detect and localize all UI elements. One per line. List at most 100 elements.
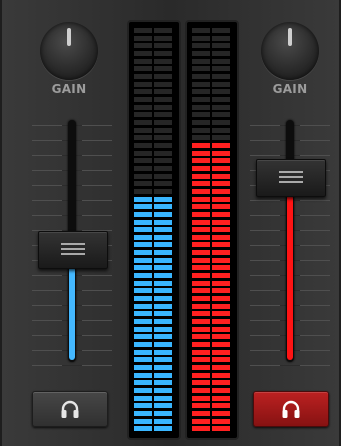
- meter-segment: [134, 189, 152, 194]
- meter-segment: [212, 105, 230, 110]
- left-volume-fader-handle[interactable]: [38, 231, 108, 269]
- meter-segment: [134, 396, 152, 401]
- meter-segment: [134, 143, 152, 148]
- meter-segment: [134, 120, 152, 125]
- right-gain-label: GAIN: [272, 82, 308, 96]
- meter-segment: [134, 411, 152, 416]
- meter-segment: [154, 128, 172, 133]
- meter-segment: [192, 189, 210, 194]
- meter-segment: [212, 36, 230, 41]
- meter-segment: [212, 265, 230, 270]
- grip-line: [279, 176, 303, 178]
- meter-segment: [212, 59, 230, 64]
- meter-segment: [212, 74, 230, 79]
- meter-segment: [192, 227, 210, 232]
- right-headphone-cue-button[interactable]: [253, 391, 329, 427]
- meter-segment: [134, 28, 152, 33]
- meter-segment: [212, 342, 230, 347]
- meter-segment: [212, 89, 230, 94]
- meter-segment: [192, 143, 210, 148]
- meter-segment: [192, 365, 210, 370]
- meter-segment: [134, 235, 152, 240]
- meter-segment: [154, 105, 172, 110]
- meter-segment: [134, 304, 152, 309]
- meter-segment: [134, 357, 152, 362]
- grip-line: [279, 181, 303, 183]
- meter-segment: [192, 174, 210, 179]
- meter-segment: [192, 220, 210, 225]
- meter-segment: [192, 311, 210, 316]
- left-volume-fill: [69, 267, 75, 360]
- meter-segment: [154, 304, 172, 309]
- meter-segment: [134, 158, 152, 163]
- meter-segment: [154, 388, 172, 393]
- meter-segment: [134, 296, 152, 301]
- meter-segment: [192, 357, 210, 362]
- meter-segment: [154, 350, 172, 355]
- meter-segment: [154, 181, 172, 186]
- meter-segment: [212, 288, 230, 293]
- meter-segment: [154, 357, 172, 362]
- meter-segment: [212, 112, 230, 117]
- meter-segment: [212, 250, 230, 255]
- meter-segment: [134, 82, 152, 87]
- meter-segment: [192, 66, 210, 71]
- meter-segment: [154, 97, 172, 102]
- meter-segment: [192, 112, 210, 117]
- meter-segment: [154, 273, 172, 278]
- meter-segment: [192, 36, 210, 41]
- meter-segment: [154, 227, 172, 232]
- meter-segment: [134, 36, 152, 41]
- meter-segment: [134, 51, 152, 56]
- meter-segment: [134, 327, 152, 332]
- meter-segment: [134, 74, 152, 79]
- meter-segment: [192, 204, 210, 209]
- meter-segment: [192, 166, 210, 171]
- meter-segment: [134, 197, 152, 202]
- meter-segment: [192, 388, 210, 393]
- meter-segment: [212, 128, 230, 133]
- meter-segment: [212, 396, 230, 401]
- meter-segment: [154, 220, 172, 225]
- meter-segment: [212, 388, 230, 393]
- meter-segment: [212, 311, 230, 316]
- right-volume-fader-track[interactable]: [286, 120, 294, 362]
- panel-border-left: [0, 0, 2, 446]
- meter-segment: [212, 242, 230, 247]
- meter-segment: [134, 66, 152, 71]
- meter-segment: [134, 288, 152, 293]
- meter-segment: [212, 158, 230, 163]
- meter-segment: [134, 419, 152, 424]
- meter-segment: [154, 43, 172, 48]
- meter-segment: [134, 273, 152, 278]
- left-headphone-cue-button[interactable]: [32, 391, 108, 427]
- meter-segment: [192, 82, 210, 87]
- meter-segment: [212, 419, 230, 424]
- meter-segment: [212, 365, 230, 370]
- meter-segment: [134, 97, 152, 102]
- right-volume-fader-handle[interactable]: [256, 159, 326, 197]
- meter-segment: [212, 350, 230, 355]
- meter-segment: [134, 151, 152, 156]
- meter-segment: [192, 380, 210, 385]
- left-gain-knob[interactable]: [40, 22, 98, 80]
- meter-segment: [154, 265, 172, 270]
- meter-segment: [212, 403, 230, 408]
- meter-segment: [192, 212, 210, 217]
- meter-segment: [134, 227, 152, 232]
- meter-segment: [154, 373, 172, 378]
- meter-segment: [154, 311, 172, 316]
- meter-segment: [212, 181, 230, 186]
- left-meter-segments: [134, 28, 174, 434]
- right-gain-knob[interactable]: [261, 22, 319, 80]
- meter-segment: [154, 242, 172, 247]
- meter-segment: [212, 97, 230, 102]
- meter-segment: [134, 89, 152, 94]
- meter-segment: [154, 66, 172, 71]
- meter-segment: [212, 258, 230, 263]
- meter-segment: [212, 373, 230, 378]
- grip-line: [61, 248, 85, 250]
- meter-segment: [192, 128, 210, 133]
- meter-segment: [154, 396, 172, 401]
- right-meter-segments: [192, 28, 232, 434]
